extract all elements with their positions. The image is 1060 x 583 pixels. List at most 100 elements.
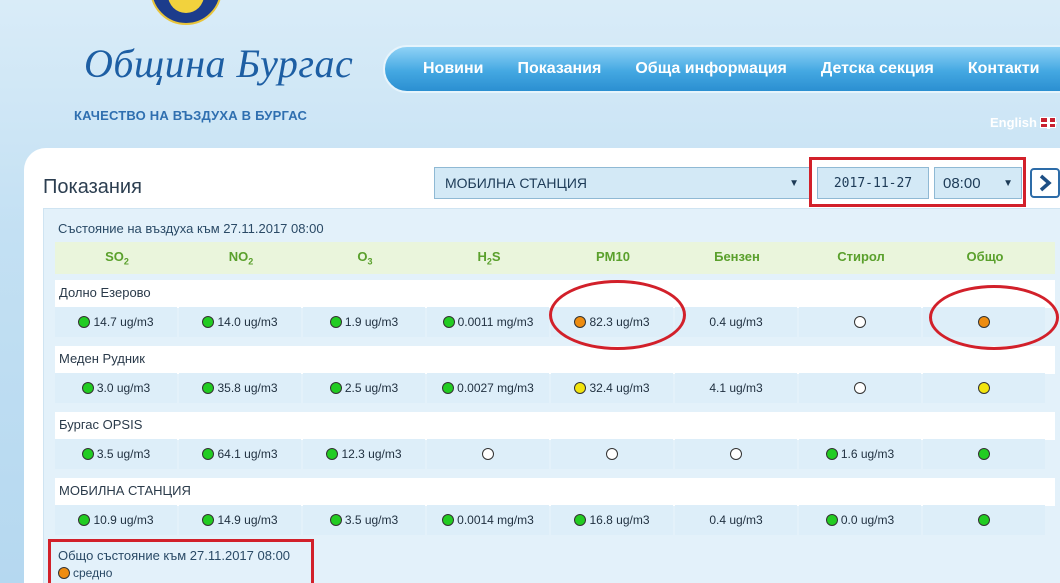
reading-cell: 0.4 ug/m3 — [675, 505, 797, 535]
reading-value: 10.9 ug/m3 — [93, 513, 154, 527]
status-dot-icon — [978, 382, 990, 394]
pollutant-name: NO — [228, 249, 249, 264]
date-input[interactable]: 2017-11-27 — [817, 167, 929, 199]
chevron-down-icon: ▼ — [789, 177, 799, 189]
station-name: МОБИЛНА СТАНЦИЯ — [55, 478, 1055, 506]
nav-item-news[interactable]: Новини — [423, 60, 484, 78]
pollutant-name: SO — [105, 249, 124, 264]
reading-cell: 4.1 ug/m3 — [675, 373, 797, 403]
reading-cell: 3.0 ug/m3 — [55, 373, 177, 403]
status-dot-icon — [442, 382, 455, 394]
reading-value: 14.0 ug/m3 — [217, 315, 278, 329]
reading-value: 32.4 ug/m3 — [589, 381, 650, 395]
language-switch[interactable]: English — [990, 115, 1057, 130]
status-dot-icon — [329, 514, 342, 526]
status-dot-icon — [606, 448, 618, 460]
pollutant-header-5: Бензен — [675, 242, 799, 274]
reading-cell: 35.8 ug/m3 — [179, 373, 301, 403]
status-dot-icon — [202, 316, 215, 328]
language-label: English — [990, 115, 1037, 130]
reading-cell — [923, 505, 1045, 535]
reading-cell — [427, 439, 549, 469]
reading-value: 14.9 ug/m3 — [217, 513, 278, 527]
reading-value: 12.3 ug/m3 — [341, 447, 402, 461]
status-dot-icon — [78, 316, 91, 328]
reading-cell: 1.9 ug/m3 — [303, 307, 425, 337]
next-button[interactable] — [1030, 168, 1060, 198]
reading-cell — [923, 439, 1045, 469]
reading-cell: 14.0 ug/m3 — [179, 307, 301, 337]
status-dot-icon — [978, 514, 990, 526]
status-dot-icon — [978, 316, 990, 328]
pollutant-header-0: SO2 — [55, 242, 179, 274]
pollutant-header-6: Стирол — [799, 242, 923, 274]
nav-item-general-info[interactable]: Обща информация — [635, 60, 787, 78]
time-select[interactable]: 08:00 ▼ — [934, 167, 1022, 199]
reading-cell: 1.6 ug/m3 — [799, 439, 921, 469]
pollutant-subscript: 2 — [248, 256, 254, 267]
pollutant-suffix: S — [491, 249, 501, 264]
municipality-emblem-icon[interactable] — [150, 0, 222, 25]
reading-value: 4.1 ug/m3 — [709, 381, 763, 395]
status-dot-icon — [730, 448, 742, 460]
status-dot-icon — [58, 567, 70, 579]
air-state-title: Състояние на въздуха към 27.11.2017 08:0… — [58, 221, 324, 236]
overall-state-title: Общо състояние към 27.11.2017 08:00 — [58, 548, 291, 563]
status-dot-icon — [326, 448, 339, 460]
reading-value: 82.3 ug/m3 — [589, 315, 650, 329]
reading-cell: 12.3 ug/m3 — [303, 439, 425, 469]
reading-cell: 14.9 ug/m3 — [179, 505, 301, 535]
pollutant-name: O — [357, 249, 368, 264]
nav-item-contacts[interactable]: Контакти — [968, 60, 1040, 78]
time-select-value: 08:00 — [943, 174, 981, 192]
pollutant-header-4: PM10 — [551, 242, 675, 274]
site-header: Община Бургас КАЧЕСТВО НА ВЪЗДУХА В БУРГ… — [0, 0, 1060, 160]
reading-cell — [675, 439, 797, 469]
reading-cell: 0.0027 mg/m3 — [427, 373, 549, 403]
station-select[interactable]: МОБИЛНА СТАНЦИЯ ▼ — [434, 167, 810, 199]
chevron-right-icon — [1039, 174, 1052, 192]
logo-text[interactable]: Община Бургас — [84, 40, 353, 87]
reading-value: 0.0014 mg/m3 — [457, 513, 534, 527]
status-dot-icon — [574, 514, 587, 526]
status-dot-icon — [442, 514, 455, 526]
pollutant-subscript: 2 — [123, 256, 129, 267]
reading-cell: 0.4 ug/m3 — [675, 307, 797, 337]
reading-value: 14.7 ug/m3 — [93, 315, 154, 329]
status-dot-icon — [329, 316, 342, 328]
status-dot-icon — [81, 382, 94, 394]
station-select-value: МОБИЛНА СТАНЦИЯ — [445, 175, 588, 191]
reading-cell — [923, 307, 1045, 337]
chevron-down-icon: ▼ — [1003, 177, 1013, 189]
status-dot-icon — [442, 316, 455, 328]
status-dot-icon — [202, 514, 215, 526]
nav-item-kids-section[interactable]: Детска секция — [821, 60, 934, 78]
reading-value: 0.4 ug/m3 — [709, 315, 763, 329]
reading-cell: 14.7 ug/m3 — [55, 307, 177, 337]
reading-value: 3.5 ug/m3 — [344, 513, 399, 527]
reading-value: 0.0027 mg/m3 — [457, 381, 534, 395]
main-nav: Новини Показания Обща информация Детска … — [383, 45, 1060, 93]
status-dot-icon — [825, 448, 838, 460]
status-dot-icon — [482, 448, 494, 460]
reading-value: 0.0011 mg/m3 — [457, 315, 534, 329]
reading-cell: 64.1 ug/m3 — [179, 439, 301, 469]
page-title: Показания — [43, 176, 142, 198]
pollutant-header-2: O3 — [303, 242, 427, 274]
reading-value: 64.1 ug/m3 — [217, 447, 278, 461]
reading-cell: 0.0011 mg/m3 — [427, 307, 549, 337]
table-row: 3.0 ug/m3 35.8 ug/m3 2.5 ug/m3 0.0027 mg/m3… — [55, 373, 1055, 405]
reading-cell — [551, 439, 673, 469]
status-dot-icon — [574, 382, 587, 394]
pollutant-header-1: NO2 — [179, 242, 303, 274]
overall-state-label: средно — [73, 566, 113, 580]
reading-value: 3.5 ug/m3 — [96, 447, 151, 461]
reading-value: 0.0 ug/m3 — [840, 513, 895, 527]
reading-cell — [799, 373, 921, 403]
reading-value: 16.8 ug/m3 — [589, 513, 650, 527]
station-name: Бургас OPSIS — [55, 412, 1055, 440]
reading-cell: 32.4 ug/m3 — [551, 373, 673, 403]
reading-value: 35.8 ug/m3 — [217, 381, 278, 395]
nav-item-readings[interactable]: Показания — [518, 60, 602, 78]
status-dot-icon — [825, 514, 838, 526]
